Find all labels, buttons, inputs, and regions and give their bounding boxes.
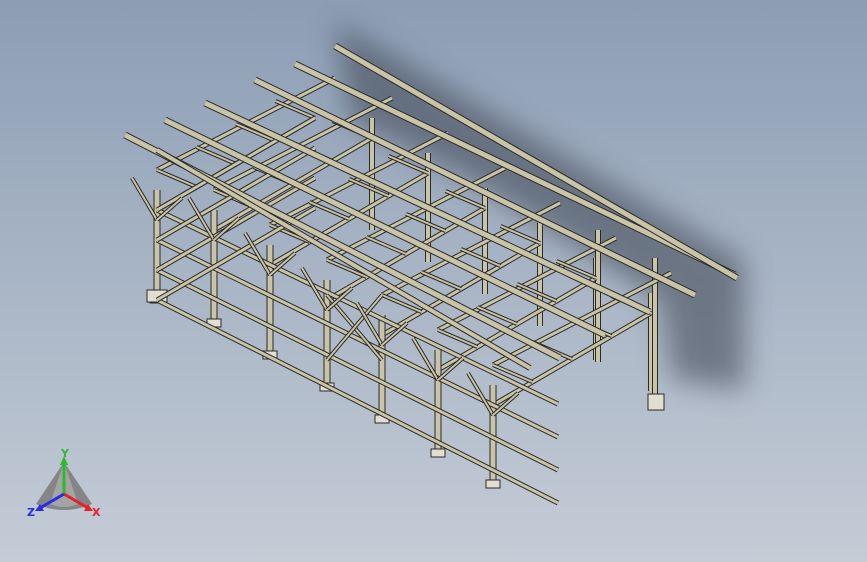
orientation-triad[interactable]: Y X Z bbox=[22, 448, 106, 522]
corner-base-plate-back bbox=[647, 393, 665, 411]
steel-frame-model[interactable] bbox=[0, 0, 867, 562]
x-axis-label: X bbox=[92, 506, 101, 519]
truss-web-4-2 bbox=[460, 248, 501, 267]
base-plate-5 bbox=[430, 448, 446, 458]
z-axis-label: Z bbox=[27, 506, 35, 519]
3d-viewport[interactable]: Y X Z bbox=[0, 0, 867, 562]
base-plate-6 bbox=[485, 479, 501, 489]
truss-web-3-3 bbox=[445, 190, 486, 209]
truss-web-4-3 bbox=[500, 225, 541, 244]
y-axis-label: Y bbox=[60, 448, 70, 460]
knee-brace-l-0 bbox=[131, 177, 158, 221]
truss-web-3-1 bbox=[366, 236, 407, 255]
